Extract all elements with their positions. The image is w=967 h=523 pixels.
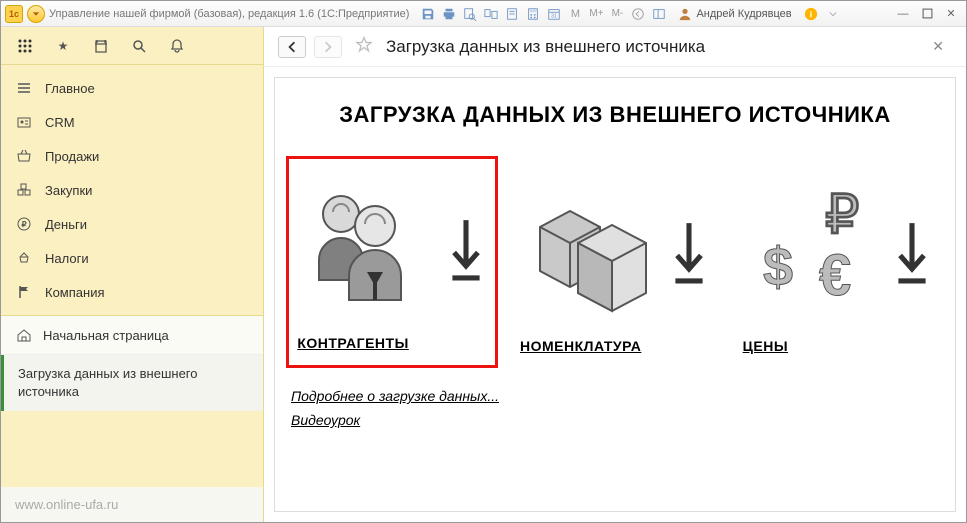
- boxes-icon: [15, 181, 33, 199]
- search-icon[interactable]: [129, 36, 149, 56]
- currencies-icon: ₽ $ €: [747, 187, 887, 317]
- sidebar-home[interactable]: Начальная страница: [1, 316, 263, 355]
- svg-text:$: $: [763, 237, 793, 297]
- favorite-star-icon[interactable]: [354, 35, 374, 58]
- sidebar-item-label: Закупки: [45, 183, 92, 198]
- nav-forward-button[interactable]: [314, 36, 342, 58]
- sidebar-pages: Начальная страница Загрузка данных из вн…: [1, 315, 263, 411]
- minimize-button[interactable]: —: [892, 5, 914, 23]
- print-icon[interactable]: [440, 5, 458, 23]
- user-block[interactable]: Андрей Кудрявцев: [678, 7, 791, 21]
- svg-text:₽: ₽: [21, 220, 26, 229]
- m-minus-icon[interactable]: M-: [608, 5, 626, 23]
- sidebar-item-sales[interactable]: Продажи: [1, 139, 263, 173]
- panel-icon[interactable]: [650, 5, 668, 23]
- preview-icon[interactable]: [461, 5, 479, 23]
- download-arrow-icon: [895, 217, 929, 287]
- window-title: Управление нашей фирмой (базовая), редак…: [49, 8, 409, 20]
- app-window: 1c Управление нашей фирмой (базовая), ре…: [0, 0, 967, 523]
- link-more[interactable]: Подробнее о загрузке данных...: [291, 388, 939, 404]
- user-icon: [678, 7, 692, 21]
- calendar-icon[interactable]: 31: [545, 5, 563, 23]
- sidebar-item-label: Продажи: [45, 149, 99, 164]
- eagle-icon: [15, 249, 33, 267]
- board-title: ЗАГРУЗКА ДАННЫХ ИЗ ВНЕШНЕГО ИСТОЧНИКА: [291, 102, 939, 128]
- menu-icon: [15, 79, 33, 97]
- home-icon: [15, 326, 33, 344]
- sidebar-item-money[interactable]: ₽ Деньги: [1, 207, 263, 241]
- contractors-icon: [301, 184, 441, 314]
- history-icon[interactable]: [91, 36, 111, 56]
- boxes-3d-icon: [524, 187, 664, 317]
- sidebar-current-page[interactable]: Загрузка данных из внешнего источника: [1, 355, 263, 411]
- tile-label: НОМЕНКЛАТУРА: [520, 338, 710, 354]
- sidebar-item-purchases[interactable]: Закупки: [1, 173, 263, 207]
- main-header: Загрузка данных из внешнего источника ✕: [264, 27, 966, 67]
- sidebar-home-label: Начальная страница: [43, 328, 169, 343]
- star-icon[interactable]: ★: [53, 36, 73, 56]
- main: Загрузка данных из внешнего источника ✕ …: [264, 27, 966, 522]
- ruble-icon: ₽: [15, 215, 33, 233]
- download-arrow-icon: [449, 214, 483, 284]
- tile-label: КОНТРАГЕНТЫ: [297, 335, 487, 351]
- sidebar: ★ Главное CRM Продажи: [1, 27, 264, 522]
- sidebar-item-label: Налоги: [45, 251, 89, 266]
- tile-nomenclature[interactable]: НОМЕНКЛАТУРА: [515, 162, 715, 368]
- tile-prices[interactable]: ₽ $ € ЦЕНЫ: [738, 162, 938, 368]
- dropdown-icon[interactable]: [824, 5, 842, 23]
- save-icon[interactable]: [419, 5, 437, 23]
- tile-contractors[interactable]: КОНТРАГЕНТЫ: [292, 156, 492, 368]
- tiles-row: КОНТРАГЕНТЫ: [291, 156, 939, 368]
- window-controls: — ✕: [892, 5, 962, 23]
- sidebar-item-label: Деньги: [45, 217, 87, 232]
- user-name: Андрей Кудрявцев: [696, 8, 791, 20]
- links: Подробнее о загрузке данных... Видеоурок: [291, 388, 939, 428]
- page-title: Загрузка данных из внешнего источника: [386, 37, 705, 57]
- nav-back-button[interactable]: [278, 36, 306, 58]
- logo-1c: 1c: [5, 5, 23, 23]
- sidebar-item-label: Компания: [45, 285, 105, 300]
- sidebar-footer: www.online-ufa.ru: [1, 487, 263, 522]
- back-icon[interactable]: [629, 5, 647, 23]
- id-card-icon: [15, 113, 33, 131]
- titlebar-toolbar: 31 M M+ M-: [419, 5, 668, 23]
- maximize-button[interactable]: [916, 5, 938, 23]
- sidebar-item-label: CRM: [45, 115, 75, 130]
- titlebar: 1c Управление нашей фирмой (базовая), ре…: [1, 1, 966, 27]
- tile-label: ЦЕНЫ: [743, 338, 933, 354]
- page-close-button[interactable]: ✕: [924, 34, 952, 59]
- compare-icon[interactable]: [482, 5, 500, 23]
- sidebar-item-taxes[interactable]: Налоги: [1, 241, 263, 275]
- info-icon[interactable]: i: [802, 5, 820, 23]
- document-icon[interactable]: [503, 5, 521, 23]
- m-icon[interactable]: M: [566, 5, 584, 23]
- calculator-icon[interactable]: [524, 5, 542, 23]
- sidebar-item-crm[interactable]: CRM: [1, 105, 263, 139]
- flag-icon: [15, 283, 33, 301]
- svg-text:₽: ₽: [825, 187, 859, 245]
- apps-icon[interactable]: [15, 36, 35, 56]
- svg-text:i: i: [809, 9, 811, 19]
- board: ЗАГРУЗКА ДАННЫХ ИЗ ВНЕШНЕГО ИСТОЧНИКА: [274, 77, 956, 512]
- content: ★ Главное CRM Продажи: [1, 27, 966, 522]
- sidebar-toolbar: ★: [1, 27, 263, 65]
- sidebar-item-label: Главное: [45, 81, 95, 96]
- svg-text:31: 31: [552, 13, 558, 19]
- sidebar-page-label: Загрузка данных из внешнего источника: [18, 366, 198, 399]
- app-menu-dropdown[interactable]: [27, 5, 45, 23]
- sidebar-item-company[interactable]: Компания: [1, 275, 263, 309]
- sidebar-menu: Главное CRM Продажи Закупки ₽ Деньги: [1, 65, 263, 315]
- m-plus-icon[interactable]: M+: [587, 5, 605, 23]
- sidebar-item-main[interactable]: Главное: [1, 71, 263, 105]
- close-button[interactable]: ✕: [940, 5, 962, 23]
- bell-icon[interactable]: [167, 36, 187, 56]
- svg-text:€: €: [819, 243, 851, 308]
- link-video[interactable]: Видеоурок: [291, 412, 939, 428]
- download-arrow-icon: [672, 217, 706, 287]
- basket-icon: [15, 147, 33, 165]
